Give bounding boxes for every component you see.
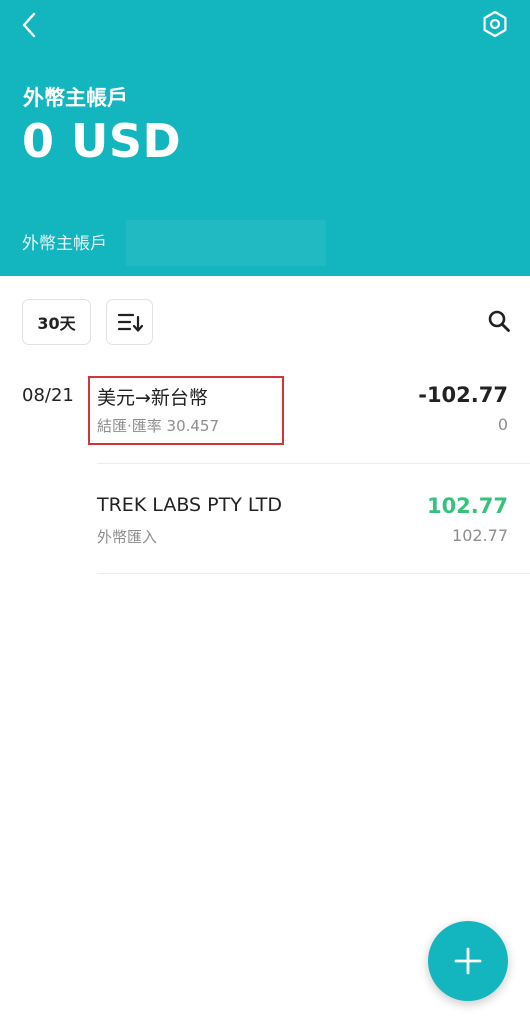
- row-divider: [97, 463, 530, 464]
- chevron-left-icon: [22, 12, 36, 38]
- transaction-balance: 0: [497, 415, 508, 434]
- transaction-balance: 102.77: [452, 526, 508, 545]
- account-number-label: 外幣主帳戶: [22, 234, 107, 254]
- account-number-redacted: [126, 220, 326, 266]
- hexagon-gear-icon: [483, 10, 507, 38]
- account-balance: 0 USD: [22, 114, 182, 168]
- account-title: 外幣主帳戶: [23, 86, 128, 110]
- date-range-label: 30天: [37, 314, 76, 333]
- search-button[interactable]: [484, 306, 514, 336]
- transaction-amount: 102.77: [426, 494, 508, 518]
- settings-button[interactable]: [479, 8, 511, 40]
- transaction-date: 08/21: [22, 385, 74, 406]
- sort-button[interactable]: [106, 299, 153, 345]
- add-button[interactable]: [428, 921, 508, 1001]
- transaction-subtitle: 外幣匯入: [97, 528, 158, 546]
- transaction-subtitle: 結匯‧匯率 30.457: [97, 417, 220, 435]
- account-header: 外幣主帳戶 0 USD 外幣主帳戶: [0, 0, 530, 276]
- date-range-button[interactable]: 30天: [22, 299, 91, 345]
- transaction-title: 美元→新台幣: [97, 387, 208, 409]
- row-divider: [97, 573, 530, 574]
- search-icon: [488, 310, 510, 332]
- transaction-amount: -102.77: [418, 383, 508, 407]
- back-button[interactable]: [14, 10, 44, 40]
- transaction-title: TREK LABS PTY LTD: [97, 494, 283, 516]
- plus-icon: [454, 947, 482, 975]
- transaction-row[interactable]: TREK LABS PTY LTD 外幣匯入 102.77 102.77: [97, 494, 515, 584]
- sort-list-icon: [117, 313, 143, 332]
- transaction-row[interactable]: 美元→新台幣 結匯‧匯率 30.457 -102.77 0: [97, 383, 515, 473]
